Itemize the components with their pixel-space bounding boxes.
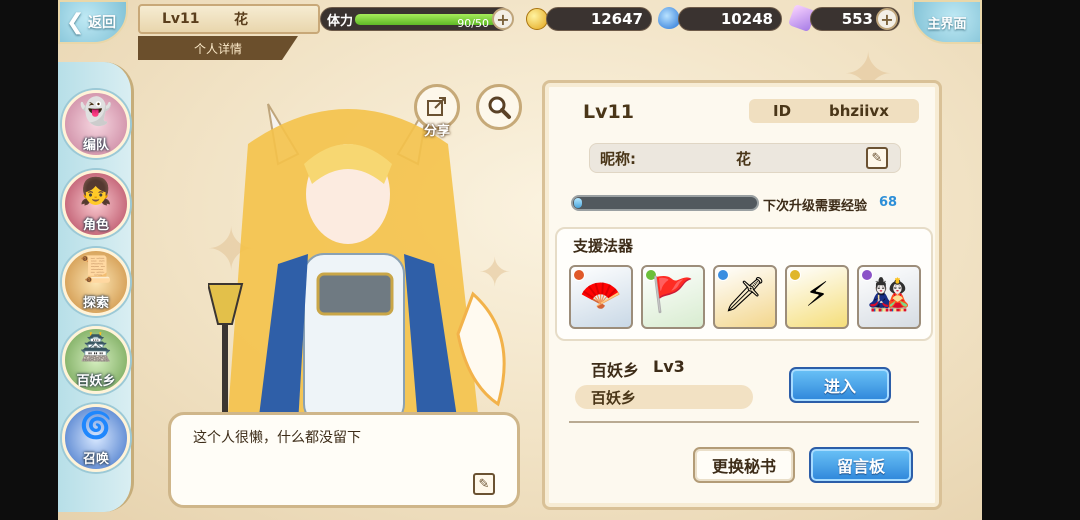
detail-tab: 个人详情 [138, 36, 298, 60]
xp-value: 68 [879, 195, 898, 210]
back-arrow-icon: ❮ [66, 10, 85, 35]
artifact-slot-1[interactable]: 🪭 [569, 265, 633, 329]
nav-label: 召唤 [82, 452, 109, 467]
nickname-row: 昵称: 花 ✎ [589, 143, 901, 173]
message-board-button[interactable]: 留言板 [809, 447, 913, 483]
profile-panel: Lv11 ID bhziivx 昵称: 花 ✎ 下次升级需要经验 68 支援法器… [542, 80, 942, 510]
player-name: 花 [234, 12, 248, 28]
id-label: ID [773, 102, 792, 120]
bio-text: 这个人很懒，什么都没留下 [193, 430, 361, 446]
back-label: 返回 [88, 15, 116, 31]
add-stamina-button[interactable]: + [492, 8, 514, 30]
nav-team[interactable]: 👻 编队 [62, 90, 130, 158]
village-level: Lv3 [653, 357, 685, 376]
xp-bar [571, 195, 759, 211]
village-field: 百妖乡 [575, 385, 753, 409]
artifact-2-icon: 🚩 [651, 275, 695, 315]
village-icon: 🏯 [79, 333, 113, 363]
artifact-5-icon: 🎎 [867, 275, 911, 315]
gold-coin-icon [526, 8, 548, 30]
nav-label: 角色 [82, 218, 109, 233]
home-button[interactable]: 主界面 [912, 0, 982, 44]
artifact-3-icon: 🗡 [723, 275, 767, 315]
share-label: 分享 [423, 124, 450, 139]
artifact-1-icon: 🪭 [579, 275, 623, 315]
artifact-4-icon: ⚡ [805, 275, 829, 315]
edit-bio-icon[interactable]: ✎ [473, 473, 495, 495]
player-bar: Lv11 花 [138, 4, 320, 34]
edit-nickname-icon[interactable]: ✎ [866, 147, 888, 169]
character-icon: 👧 [79, 177, 113, 207]
explore-icon: 📜 [79, 255, 113, 285]
bio-box: 这个人很懒，什么都没留下 ✎ [168, 412, 520, 508]
nav-explore[interactable]: 📜 探索 [62, 248, 130, 316]
gold-amount: 12647 [546, 7, 652, 31]
player-id: ID bhziivx [749, 99, 919, 123]
back-button[interactable]: ❮ 返回 [58, 0, 128, 44]
armor-collar [316, 272, 394, 316]
nav-character[interactable]: 👧 角色 [62, 170, 130, 238]
artifact-slot-2[interactable]: 🚩 [641, 265, 705, 329]
xp-label: 下次升级需要经验 [763, 199, 868, 214]
side-nav: 👻 编队 👧 角色 📜 探索 🏯 百妖乡 🌀 召唤 [58, 62, 134, 512]
nav-village[interactable]: 🏯 百妖乡 [62, 326, 130, 394]
search-icon [488, 96, 511, 119]
support-artifacts: 支援法器 🪭 🚩 🗡 ⚡ 🎎 [555, 227, 933, 341]
stamina-value: 90/50 [457, 17, 489, 30]
player-level: Lv11 [162, 11, 200, 27]
divider [569, 421, 919, 423]
share-icon [427, 97, 446, 116]
support-title: 支援法器 [573, 237, 634, 255]
enter-button[interactable]: 进入 [789, 367, 891, 403]
nickname-value: 花 [736, 149, 752, 168]
nickname-label: 昵称: [600, 149, 636, 168]
stamina-label: 体力 [327, 14, 354, 29]
spirit-amount: 10248 [678, 7, 782, 31]
summon-icon: 🌀 [79, 411, 113, 441]
nav-summon[interactable]: 🌀 召唤 [62, 404, 130, 472]
id-value: bhziivx [829, 102, 889, 120]
artifact-slot-5[interactable]: 🎎 [857, 265, 921, 329]
stamina-bar: 体力 90/50 [320, 7, 512, 31]
xp-fill [574, 198, 582, 208]
search-button[interactable] [476, 84, 522, 130]
spirit-flame-icon [658, 7, 680, 29]
village-name: 百妖乡 [591, 361, 640, 380]
add-crystal-button[interactable]: + [876, 8, 898, 30]
game-screen: ✦ ✦ ✦ ❮ 返回 Lv11 花 个人详情 体力 90/50 + 12647 … [0, 0, 1080, 520]
secretary-character-illustration [208, 103, 506, 454]
profile-level: Lv11 [583, 101, 634, 123]
profile-stage: ✦ ✦ ✦ ❮ 返回 Lv11 花 个人详情 体力 90/50 + 12647 … [58, 0, 982, 520]
nav-label: 百妖乡 [76, 374, 116, 389]
change-secretary-button[interactable]: 更换秘书 [693, 447, 795, 483]
artifact-slot-4[interactable]: ⚡ [785, 265, 849, 329]
team-icon: 👻 [79, 97, 113, 127]
nav-label: 编队 [82, 138, 109, 153]
artifact-slot-3[interactable]: 🗡 [713, 265, 777, 329]
nav-label: 探索 [82, 296, 109, 311]
